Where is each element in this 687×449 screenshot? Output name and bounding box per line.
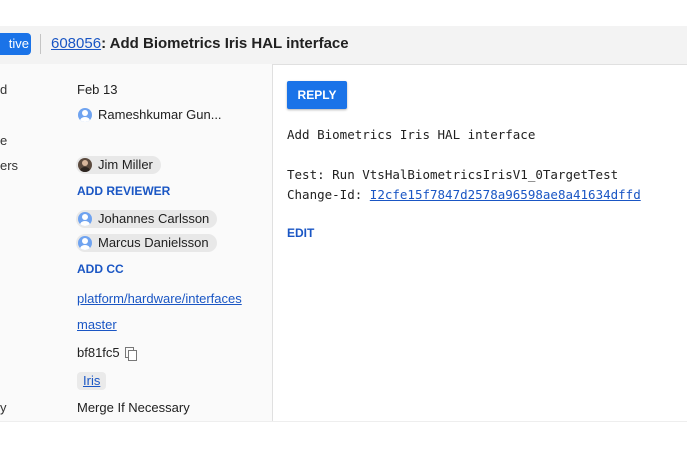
avatar-icon [78,108,92,122]
change-id-label: Change-Id: [287,187,370,202]
avatar-icon [78,236,92,250]
commit-message-test: Test: Run VtsHalBiometricsIrisV1_0Target… [287,167,619,182]
change-id-link[interactable]: I2cfe15f7847d2578a96598ae8a41634dffd [370,187,641,202]
cc-chip[interactable]: Marcus Danielsson [76,234,217,252]
add-reviewer-button[interactable]: ADD REVIEWER [77,184,170,198]
cc-name: Marcus Danielsson [98,235,209,250]
panel-bottom-border [0,421,687,422]
avatar-icon [78,158,92,172]
reviewer-name: Jim Miller [98,157,153,172]
parent-commit: bf81fc5 [77,345,137,361]
commit-message-subject: Add Biometrics Iris HAL interface [287,127,536,142]
edit-button[interactable]: EDIT [287,226,314,240]
commit-message-change-id: Change-Id: I2cfe15f7847d2578a96598ae8a41… [287,187,641,202]
avatar-icon [78,212,92,226]
topic-chip[interactable]: Iris [77,372,107,390]
change-subject: : Add Biometrics Iris HAL interface [101,35,349,52]
branch-link[interactable]: master [77,317,117,332]
field-label-owner: e [0,133,8,148]
reply-button[interactable]: REPLY [287,81,347,109]
add-cc-button[interactable]: ADD CC [77,262,124,276]
parent-hash: bf81fc5 [77,345,120,360]
field-label-reviewers: ers [0,158,19,173]
submit-strategy: Merge If Necessary [77,400,190,415]
copy-icon[interactable] [124,347,137,361]
change-header: tive 608056: Add Biometrics Iris HAL int… [0,26,687,65]
header-divider [40,34,41,54]
owner-chip[interactable]: Rameshkumar Gun... [76,106,230,124]
change-title: 608056: Add Biometrics Iris HAL interfac… [51,35,349,52]
panel-divider [272,64,273,422]
cc-chip[interactable]: Johannes Carlsson [76,210,218,228]
field-label-updated: d [0,82,8,97]
reviewer-chip[interactable]: Jim Miller [76,156,161,174]
updated-date: Feb 13 [77,82,118,97]
status-badge: tive [0,33,31,55]
owner-name: Rameshkumar Gun... [98,107,222,122]
repo-link[interactable]: platform/hardware/interfaces [77,291,242,306]
change-info-panel: d e ers y Feb 13 Rameshkumar Gun... Jim … [0,64,272,422]
cc-name: Johannes Carlsson [98,211,210,226]
change-number-link[interactable]: 608056 [51,35,101,52]
field-label-strategy: y [0,400,7,415]
